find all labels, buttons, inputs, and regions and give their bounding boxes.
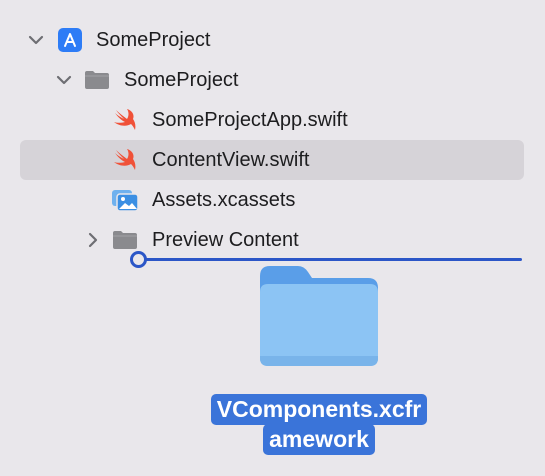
preview-content-label: Preview Content: [152, 229, 299, 251]
swift-icon: [114, 149, 136, 170]
folder-icon[interactable]: [256, 262, 382, 370]
project-label: SomeProject: [96, 29, 211, 51]
asset-catalog-icon: [112, 190, 139, 212]
navigator-row-group[interactable]: SomeProject: [0, 60, 545, 100]
folder-icon: [113, 231, 137, 249]
file-label: ContentView.swift: [152, 149, 310, 171]
navigator-row-preview-group[interactable]: Preview Content: [0, 220, 545, 260]
group-label: SomeProject: [124, 69, 239, 91]
navigator-row-file[interactable]: SomeProjectApp.swift: [0, 100, 545, 140]
dragged-item-name-line2: amework: [263, 424, 375, 455]
chevron-down-icon[interactable]: [27, 31, 45, 49]
chevron-down-icon[interactable]: [55, 71, 73, 89]
navigator-row-assets[interactable]: Assets.xcassets: [0, 180, 545, 220]
folder-icon: [85, 71, 109, 89]
navigator-row-file-selected[interactable]: ContentView.swift: [0, 140, 545, 180]
xcode-project-icon: [58, 28, 82, 52]
drop-indicator-dot: [130, 251, 147, 268]
swift-icon: [114, 109, 136, 130]
dragged-item-name: VComponents.xcfr: [198, 394, 440, 425]
file-label: SomeProjectApp.swift: [152, 109, 348, 131]
chevron-right-icon[interactable]: [84, 231, 102, 249]
navigator-row-project[interactable]: SomeProject: [0, 20, 545, 60]
dragged-item-name-line1: VComponents.xcfr: [210, 394, 428, 425]
assets-label: Assets.xcassets: [152, 189, 296, 211]
drop-indicator-line: [138, 258, 522, 261]
dragged-item-name-cont: amework: [198, 424, 440, 455]
